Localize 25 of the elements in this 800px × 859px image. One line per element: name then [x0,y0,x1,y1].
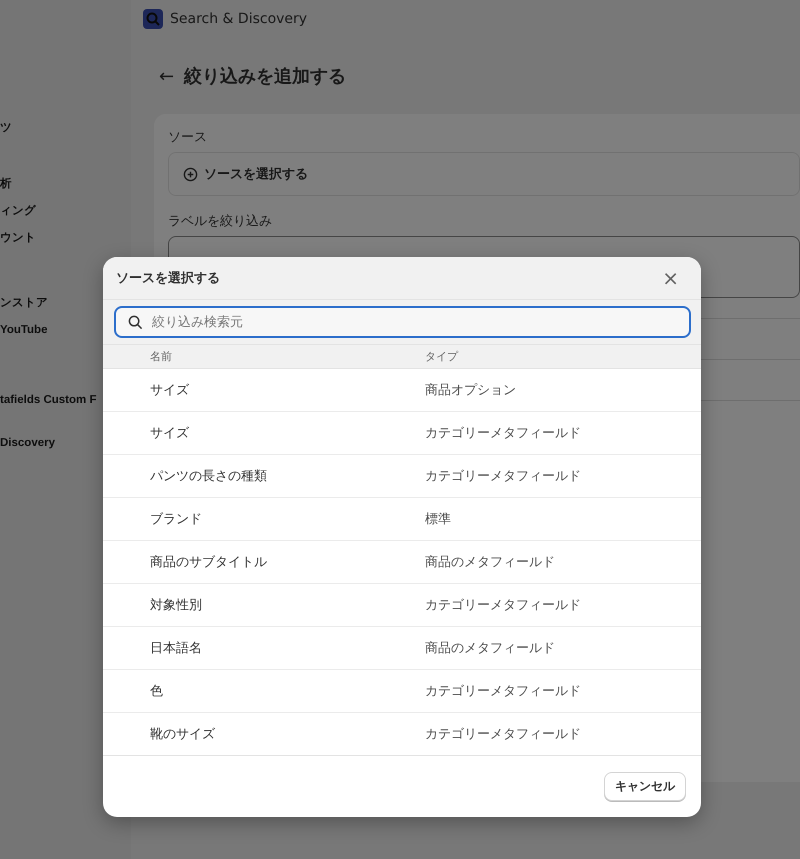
source-name: ブランド [150,511,203,528]
source-type: カテゴリーメタフィールド [425,597,582,614]
column-header: タイプ [425,349,460,364]
source-name: サイズ [150,425,190,442]
source-type: カテゴリーメタフィールド [425,726,582,743]
page-title: 絞り込みを追加する [184,65,346,88]
source-name: 商品のサブタイトル [150,554,268,571]
source-name: パンツの長さの種類 [150,468,268,485]
source-type: カテゴリーメタフィールド [425,425,582,442]
source-type: カテゴリーメタフィールド [425,683,582,700]
field-label: ソース [168,129,208,146]
source-name: サイズ [150,382,190,399]
source-type: 標準 [425,511,452,528]
field-label: ラベルを絞り込み [168,213,273,230]
column-header: 名前 [150,349,173,364]
source-name: 色 [150,683,164,700]
source-type: 商品のメタフィールド [425,554,556,571]
source-type: 商品のメタフィールド [425,640,556,657]
source-name: 日本語名 [150,640,203,657]
modal-title: ソースを選択する [116,270,220,288]
source-type: カテゴリーメタフィールド [425,468,582,485]
source-name: 対象性別 [150,597,203,614]
source-type: 商品オプション [425,382,517,399]
source-name: 靴のサイズ [150,726,216,743]
app-title: Search & Discovery [170,11,308,27]
